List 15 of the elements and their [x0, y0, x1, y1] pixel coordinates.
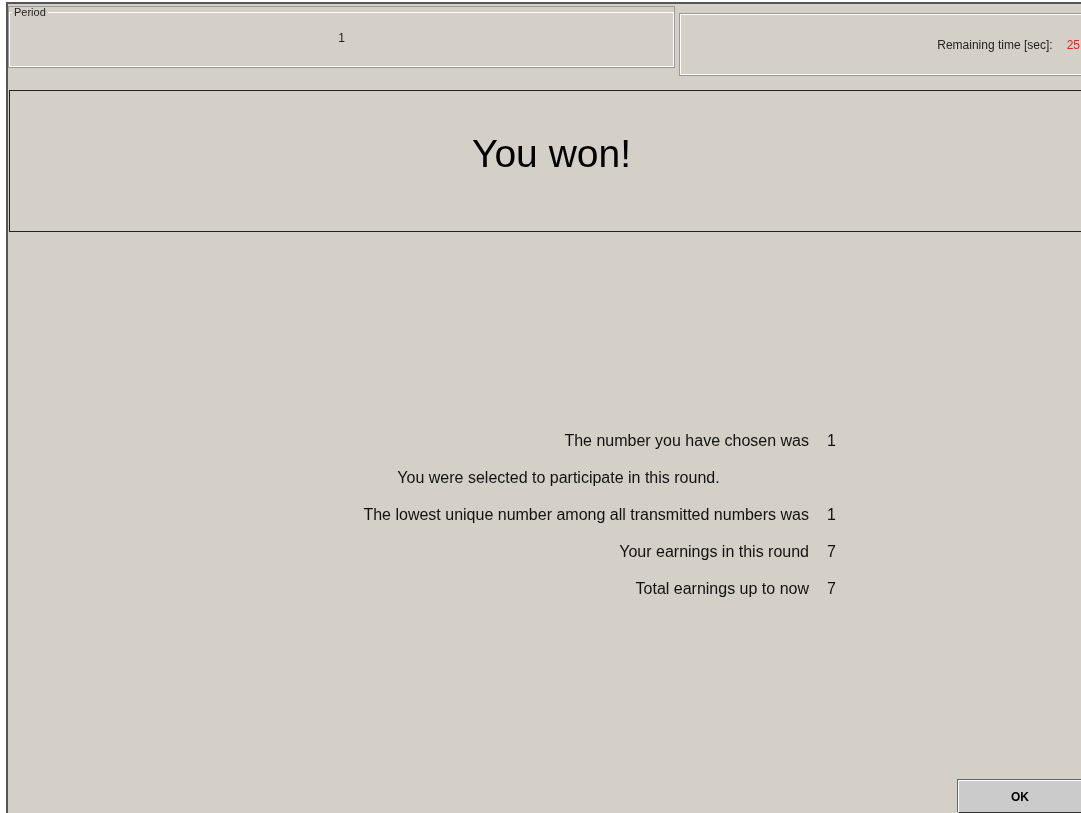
ok-button[interactable]: OK [958, 780, 1081, 813]
period-label: Period [13, 7, 47, 17]
result-note: You were selected to participate in this round. [397, 468, 720, 487]
headline: You won! [472, 131, 631, 176]
period-value: 1 [338, 30, 345, 45]
timer-value: 25 [1066, 37, 1080, 52]
result-label: The lowest unique number among all transmitted numbers was [362, 505, 809, 524]
result-value: 1 [827, 431, 836, 450]
result-value: 7 [827, 542, 836, 561]
result-label: Your earnings in this round [618, 542, 809, 561]
result-label: The number you have chosen was [563, 431, 809, 450]
result-label: Total earnings up to now [634, 579, 809, 598]
timer-label: Remaining time [sec]: [937, 37, 1053, 52]
result-value: 1 [827, 505, 836, 524]
result-value: 7 [827, 579, 836, 598]
